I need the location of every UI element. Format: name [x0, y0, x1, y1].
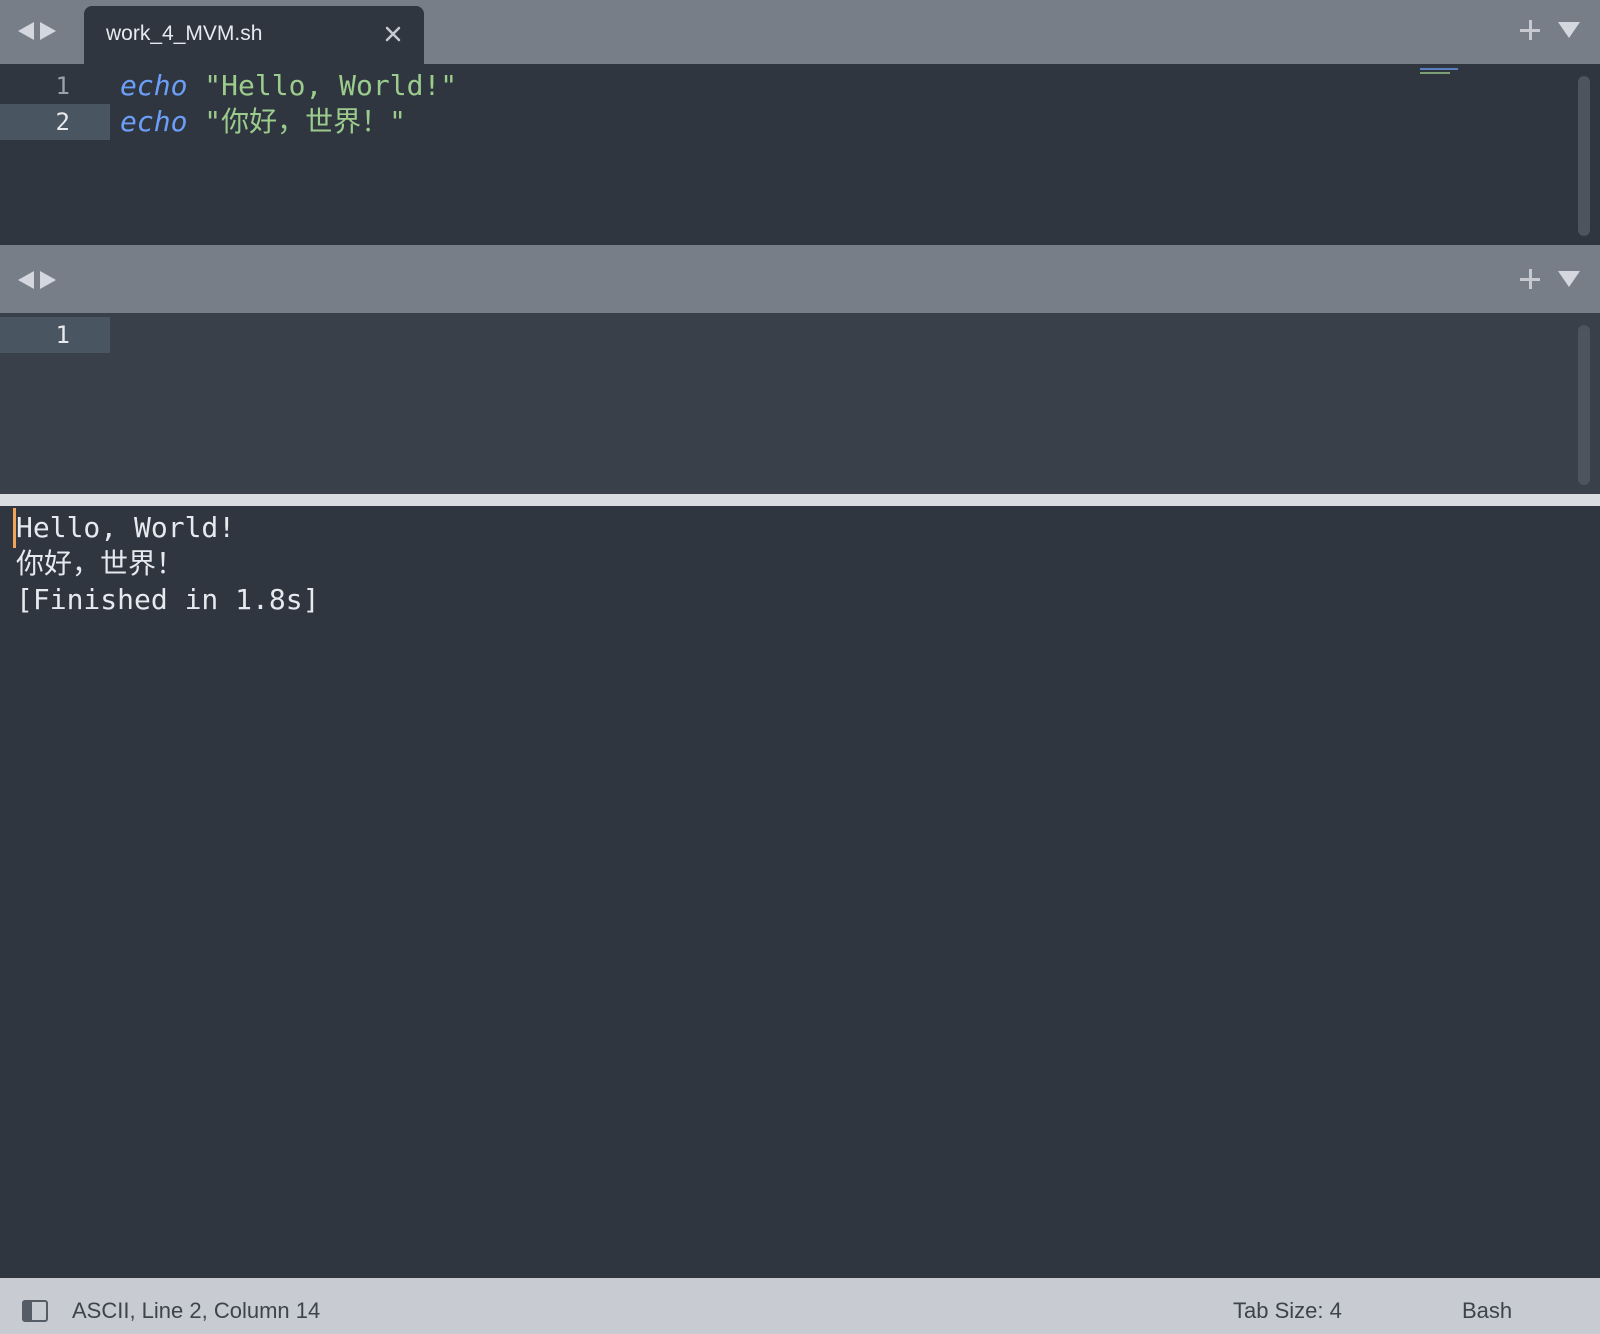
prev-tab-arrow-icon[interactable]	[18, 22, 34, 40]
scrollbar[interactable]	[1578, 325, 1590, 485]
output-line: Hello, World!	[16, 511, 236, 544]
next-tab-arrow-icon[interactable]	[40, 271, 56, 289]
cursor-position-status: ASCII, Line 2, Column 14	[72, 1298, 321, 1323]
tab-title: work_4_MVM.sh	[106, 22, 263, 45]
new-tab-plus-icon[interactable]	[1520, 20, 1540, 40]
string-token: "你好，世界！"	[204, 105, 407, 138]
keyword-token: echo	[120, 105, 188, 138]
top-tab-bar: work_4_MVM.sh	[0, 0, 1600, 64]
keyword-token: echo	[120, 69, 188, 102]
tab-work-4-mvm[interactable]: work_4_MVM.sh	[84, 6, 424, 64]
panel-splitter[interactable]	[0, 494, 1600, 506]
tab-size-selector[interactable]: Tab Size: 4	[1233, 1298, 1342, 1324]
line-number: 2	[0, 104, 110, 140]
tab-bar-controls	[1520, 269, 1580, 289]
build-output-panel[interactable]: Hello, World! 你好，世界！ [Finished in 1.8s]	[4, 506, 1596, 1278]
tab-list-dropdown-icon[interactable]	[1558, 22, 1580, 38]
new-tab-plus-icon[interactable]	[1520, 269, 1540, 289]
code-line: 1 echo "Hello, World!"	[0, 68, 1560, 104]
syntax-selector[interactable]: Bash	[1462, 1298, 1512, 1324]
tab-bar-controls	[1520, 20, 1580, 40]
output-line: [Finished in 1.8s]	[16, 583, 320, 616]
second-group-tab-bar	[0, 245, 1600, 313]
panel-toggle-icon[interactable]	[22, 1300, 48, 1322]
status-bar: ASCII, Line 2, Column 14 Tab Size: 4 Bas…	[0, 1278, 1600, 1334]
tab-list-dropdown-icon[interactable]	[1558, 271, 1580, 287]
string-token: "Hello, World!"	[204, 69, 458, 102]
code-line-active: 1	[0, 317, 1560, 353]
next-tab-arrow-icon[interactable]	[40, 22, 56, 40]
output-line: 你好，世界！	[16, 547, 185, 580]
tab-nav	[18, 22, 56, 40]
code-text: echo "你好，世界！"	[120, 104, 406, 140]
tab-nav	[18, 271, 56, 289]
code-line-active: 2 echo "你好，世界！"	[0, 104, 1560, 140]
line-number: 1	[0, 317, 110, 353]
editor-window: work_4_MVM.sh 1 echo "Hello, World!" 2 e…	[0, 0, 1600, 1334]
line-number: 1	[55, 72, 70, 100]
close-icon[interactable]	[382, 23, 404, 45]
code-editor-bottom[interactable]: 1	[0, 313, 1600, 494]
code-text: echo "Hello, World!"	[120, 68, 457, 104]
code-editor-top[interactable]: 1 echo "Hello, World!" 2 echo "你好，世界！"	[0, 64, 1600, 245]
minimap[interactable]	[1420, 68, 1462, 76]
prev-tab-arrow-icon[interactable]	[18, 271, 34, 289]
scrollbar[interactable]	[1578, 76, 1590, 236]
